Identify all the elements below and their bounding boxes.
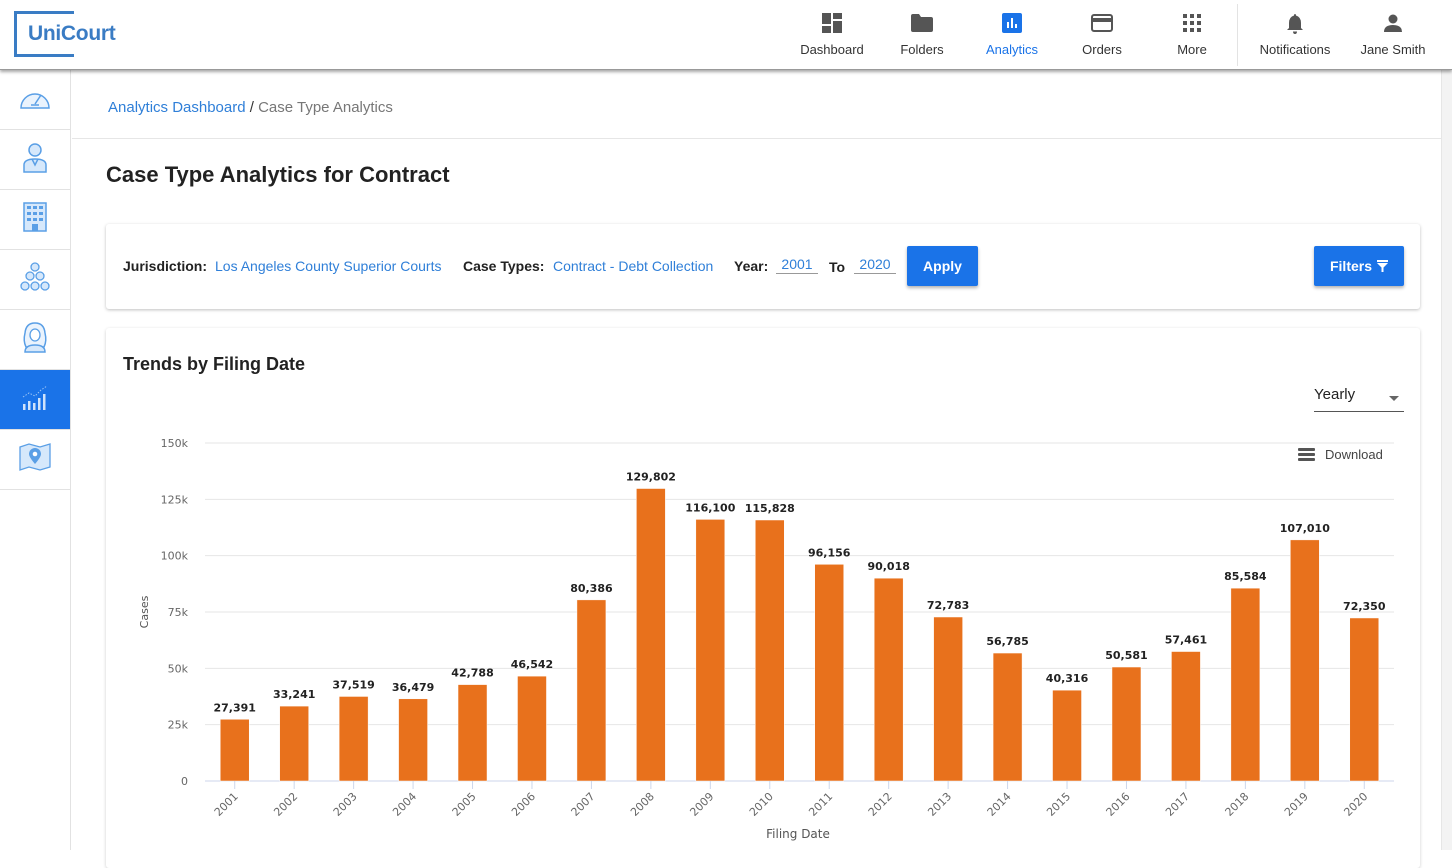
nav-dashboard[interactable]: Dashboard — [787, 0, 877, 68]
nav-orders-label: Orders — [1082, 42, 1122, 57]
apps-grid-icon — [1183, 12, 1201, 34]
sidebar-item-attorneys[interactable] — [0, 130, 70, 190]
nav-divider — [1237, 4, 1238, 66]
dashboard-icon — [822, 12, 842, 34]
user-icon — [1383, 12, 1403, 34]
folder-icon — [911, 12, 933, 34]
sidebar-item-organizations[interactable] — [0, 190, 70, 250]
chart-title: Trends by Filing Date — [123, 354, 306, 374]
nav-more[interactable]: More — [1147, 0, 1237, 68]
apply-button-label: Apply — [923, 258, 962, 274]
page-title: Case Type Analytics for Contract — [106, 162, 450, 187]
map-pin-icon — [19, 443, 51, 476]
judge-icon — [22, 321, 48, 358]
filter-funnel-icon — [1377, 260, 1388, 272]
sidebar — [0, 70, 71, 850]
jurisdiction-value[interactable]: Los Angeles County Superior Courts — [215, 258, 441, 274]
people-network-icon — [19, 262, 51, 297]
notifications-label: Notifications — [1259, 42, 1331, 57]
bell-icon — [1286, 12, 1304, 34]
analytics-trend-icon — [20, 382, 50, 417]
speedometer-icon — [18, 84, 52, 115]
year-to-input[interactable]: 2020 — [854, 256, 896, 274]
top-navigation-bar: UniCourt Dashboard Folders Analytics Ord… — [0, 0, 1452, 70]
breadcrumb-bar: Analytics Dashboard / Case Type Analytic… — [72, 70, 1452, 139]
chart-card: Trends by Filing Date Yearly Download — [106, 328, 1420, 868]
nav-analytics[interactable]: Analytics — [967, 0, 1057, 68]
dropdown-caret-icon — [1389, 396, 1399, 401]
sidebar-item-parties[interactable] — [0, 250, 70, 310]
download-label: Download — [1325, 447, 1383, 462]
main-nav: Dashboard Folders Analytics Orders More — [787, 0, 1237, 68]
nav-analytics-label: Analytics — [985, 42, 1039, 57]
apply-button[interactable]: Apply — [907, 246, 978, 286]
nav-folders[interactable]: Folders — [877, 0, 967, 68]
breadcrumb: Analytics Dashboard / Case Type Analytic… — [108, 99, 393, 116]
unicourt-logo[interactable]: UniCourt — [14, 11, 118, 57]
filter-card: Jurisdiction: Los Angeles County Superio… — [106, 224, 1420, 309]
user-nav: Notifications Jane Smith — [1249, 0, 1445, 68]
case-types-label: Case Types: — [463, 258, 545, 274]
jurisdiction-label: Jurisdiction: — [123, 258, 208, 274]
sidebar-item-judges[interactable] — [0, 310, 70, 370]
download-button[interactable]: Download — [1298, 447, 1383, 462]
breadcrumb-analytics-dashboard[interactable]: Analytics Dashboard — [108, 99, 246, 116]
filters-button[interactable]: Filters — [1314, 246, 1404, 286]
nav-folders-label: Folders — [900, 42, 944, 57]
sidebar-item-dashboard[interactable] — [0, 70, 70, 130]
filters-button-label: Filters — [1329, 258, 1372, 274]
sidebar-item-analytics[interactable] — [0, 370, 70, 430]
year-from-input[interactable]: 2001 — [776, 256, 818, 274]
breadcrumb-separator: / — [249, 99, 254, 116]
notifications-button[interactable]: Notifications — [1249, 0, 1341, 68]
year-to-label: To — [829, 259, 846, 275]
orders-icon — [1091, 12, 1113, 34]
nav-dashboard-label: Dashboard — [800, 42, 864, 57]
analytics-icon — [1002, 12, 1022, 34]
user-name: Jane Smith — [1360, 42, 1426, 57]
page-scrollbar[interactable] — [1441, 70, 1452, 850]
nav-more-label: More — [1177, 42, 1207, 57]
attorney-icon — [22, 141, 48, 178]
breadcrumb-current: Case Type Analytics — [258, 99, 393, 116]
year-label: Year: — [734, 258, 769, 274]
hamburger-menu-icon — [1298, 448, 1315, 461]
user-menu[interactable]: Jane Smith — [1341, 0, 1445, 68]
granularity-select[interactable]: Yearly — [1314, 386, 1404, 412]
sidebar-item-map[interactable] — [0, 430, 70, 490]
logo-text: UniCourt — [28, 22, 116, 45]
granularity-value: Yearly — [1314, 386, 1356, 403]
case-types-value[interactable]: Contract - Debt Collection — [553, 258, 713, 274]
nav-orders[interactable]: Orders — [1057, 0, 1147, 68]
building-icon — [23, 202, 47, 237]
